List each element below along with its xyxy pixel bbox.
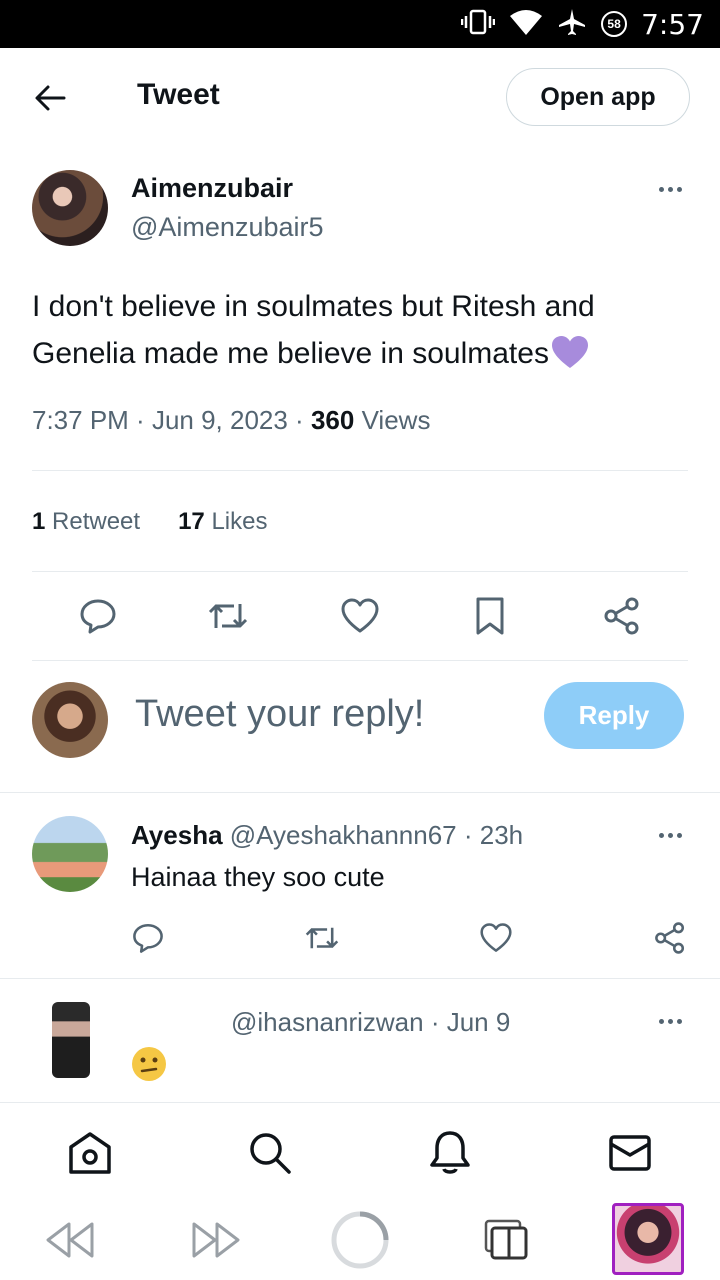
share-icon [655, 922, 685, 954]
more-options-button[interactable] [652, 177, 688, 201]
more-icon [658, 1018, 664, 1024]
retweets-stat[interactable]: 1 Retweet [32, 508, 140, 536]
more-options-button[interactable] [652, 823, 688, 847]
search-icon [250, 1133, 291, 1174]
purple-heart-icon [551, 335, 589, 369]
nav-home[interactable] [66, 1129, 114, 1177]
clock: 7:57 [641, 7, 704, 41]
divider [0, 792, 720, 793]
tabs-button[interactable] [476, 1210, 536, 1270]
back-arrow-icon [35, 85, 66, 111]
divider [32, 660, 688, 661]
more-icon [658, 832, 664, 838]
reply-author-handle[interactable]: @Ayeshakhannn67 [230, 820, 457, 850]
divider [32, 571, 688, 572]
share-icon [604, 597, 639, 635]
share-action-button[interactable] [646, 914, 694, 962]
confused-face-icon [131, 1046, 167, 1082]
tweet-actions [32, 592, 688, 642]
reply-icon [80, 599, 116, 634]
tabs-icon [484, 1219, 528, 1260]
tweet-body: I don't believe in soulmates but Ritesh … [32, 290, 595, 370]
reply-button[interactable]: Reply [544, 682, 684, 749]
views-label: Views [361, 405, 431, 435]
page-title: Tweet [137, 78, 220, 111]
retweet-icon [305, 927, 339, 949]
tweet-time: 7:37 PM [32, 405, 129, 435]
battery-icon: 58 [601, 11, 628, 37]
my-avatar [32, 682, 108, 758]
fast-forward-button[interactable] [186, 1210, 246, 1270]
share-action-button[interactable] [598, 592, 646, 640]
tweet-stats: 1 Retweet 17 Likes [32, 508, 267, 536]
more-icon [658, 186, 664, 192]
reply-avatar[interactable] [52, 1002, 90, 1078]
views-count: 360 [310, 405, 355, 435]
back-button[interactable] [30, 78, 70, 118]
more-options-button[interactable] [652, 1009, 688, 1033]
reply-action-button[interactable] [74, 592, 122, 640]
fast-forward-icon [192, 1222, 240, 1258]
airplane-icon [557, 7, 587, 42]
home-icon [69, 1132, 111, 1174]
loading-button[interactable] [330, 1210, 390, 1270]
reply-input[interactable]: Tweet your reply! [135, 693, 424, 736]
like-action-button[interactable] [472, 914, 520, 962]
divider [32, 470, 688, 471]
open-app-button[interactable]: Open app [506, 68, 690, 126]
nav-search[interactable] [246, 1129, 294, 1177]
rewind-icon [46, 1222, 94, 1258]
reply-header: Ayesha @Ayeshakhannn67 · 23h [131, 820, 524, 850]
rewind-button[interactable] [40, 1210, 100, 1270]
author-avatar[interactable] [32, 170, 108, 246]
reply-avatar[interactable] [32, 816, 108, 892]
status-bar: 58 7:57 [0, 0, 720, 48]
bookmark-icon [476, 597, 504, 635]
top-bar: Tweet Open app [0, 48, 720, 148]
heart-icon [480, 923, 512, 952]
app-thumbnail[interactable] [612, 1203, 684, 1275]
reply-author-name[interactable]: Ayesha [131, 820, 223, 850]
tweet-meta: 7:37 PM · Jun 9, 2023 · 360 Views [32, 405, 431, 435]
tweet-text: I don't believe in soulmates but Ritesh … [32, 283, 692, 377]
reply-time: 23h [479, 820, 524, 850]
likes-stat[interactable]: 17 Likes [178, 508, 267, 536]
loading-icon [331, 1211, 389, 1269]
reply-icon [133, 923, 163, 953]
nav-messages[interactable] [606, 1129, 654, 1177]
heart-icon [341, 598, 379, 633]
reply-action-button[interactable] [124, 914, 172, 962]
author-name[interactable]: Aimenzubair [131, 173, 293, 204]
mail-icon [609, 1135, 651, 1171]
wifi-icon [509, 8, 543, 41]
bell-icon [430, 1131, 470, 1174]
reply-header: @ihasnanrizwan · Jun 9 [231, 1007, 511, 1037]
reply-text: Hainaa they soo cute [131, 862, 385, 892]
vibrate-icon [460, 8, 496, 41]
retweet-icon [208, 604, 248, 628]
divider [0, 978, 720, 979]
bottom-nav [0, 1102, 720, 1198]
reply-time: Jun 9 [446, 1007, 511, 1037]
retweet-action-button[interactable] [298, 914, 346, 962]
retweet-action-button[interactable] [204, 592, 252, 640]
reply-author-handle[interactable]: @ihasnanrizwan [231, 1007, 424, 1037]
like-action-button[interactable] [336, 592, 384, 640]
nav-notifications[interactable] [426, 1129, 474, 1177]
tweet-date: Jun 9, 2023 [151, 405, 288, 435]
bookmark-action-button[interactable] [466, 592, 514, 640]
author-handle[interactable]: @Aimenzubair5 [131, 212, 324, 243]
